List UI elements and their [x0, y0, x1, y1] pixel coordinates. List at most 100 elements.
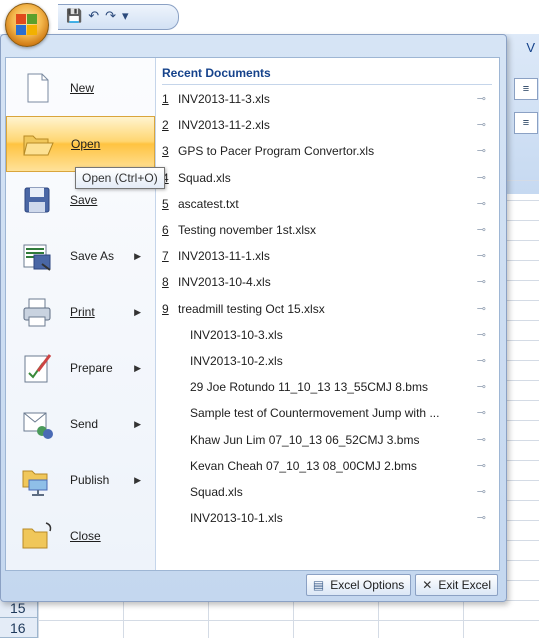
recent-document-name: INV2013-10-2.xls	[190, 354, 283, 368]
recent-document-item[interactable]: Kevan Cheah 07_10_13 08_00CMJ 2.bms ⊸	[162, 454, 492, 478]
send-command[interactable]: Send ▶	[6, 396, 155, 452]
submenu-arrow-icon: ▶	[134, 474, 141, 485]
ribbon-button[interactable]: ≡	[514, 112, 538, 134]
pin-icon[interactable]: ⊸	[477, 428, 486, 452]
recent-document-item[interactable]: INV2013-10-1.xls ⊸	[162, 506, 492, 530]
pin-icon[interactable]: ⊸	[477, 87, 486, 111]
pin-icon[interactable]: ⊸	[477, 218, 486, 242]
printer-icon	[20, 295, 54, 329]
recent-document-item[interactable]: Sample test of Countermovement Jump with…	[162, 401, 492, 425]
recent-document-name: Testing november 1st.xlsx	[178, 223, 317, 237]
recent-document-item[interactable]: 2 INV2013-11-2.xls ⊸	[162, 113, 492, 137]
submenu-arrow-icon: ▶	[134, 362, 141, 373]
save-as-command[interactable]: Save As ▶	[6, 228, 155, 284]
pin-icon[interactable]: ⊸	[477, 270, 486, 294]
quick-access-toolbar: 💾 ↶ ↷ ▾	[58, 4, 246, 30]
recent-document-name: Khaw Jun Lim 07_10_13 06_52CMJ 3.bms	[190, 432, 420, 447]
pin-icon[interactable]: ⊸	[477, 506, 486, 530]
pin-icon[interactable]: ⊸	[477, 454, 486, 478]
recent-document-name: Squad.xls	[178, 170, 231, 185]
submenu-arrow-icon: ▶	[134, 306, 141, 317]
recent-document-number: 5	[162, 196, 169, 211]
save-label: Save	[70, 193, 98, 207]
publish-label: Publish	[70, 473, 110, 487]
prepare-command[interactable]: Prepare ▶	[6, 340, 155, 396]
pin-icon[interactable]: ⊸	[477, 166, 486, 190]
office-menu: New Open Save Save As ▶ Print ▶ Prepare …	[0, 34, 507, 602]
recent-document-item[interactable]: 5 ascatest.txt ⊸	[162, 192, 492, 216]
submenu-arrow-icon: ▶	[134, 418, 141, 429]
recent-document-name: Sample test of Countermovement Jump with…	[190, 406, 440, 421]
close-label: Close	[70, 529, 101, 543]
ribbon-button[interactable]: ≡	[514, 78, 538, 100]
recent-document-name: treadmill testing Oct 15.xlsx	[178, 301, 325, 316]
recent-documents-pane: Recent Documents 1 INV2013-11-3.xls ⊸ 2 INV2…	[156, 58, 499, 570]
recent-document-name: INV2013-11-3.xls	[178, 92, 270, 106]
recent-document-item[interactable]: 8 INV2013-10-4.xls ⊸	[162, 270, 492, 294]
recent-document-item[interactable]: INV2013-10-2.xls ⊸	[162, 349, 492, 373]
recent-document-name: Squad.xls	[190, 485, 243, 499]
recent-document-name: ascatest.txt	[178, 196, 239, 211]
send-label: Send	[70, 417, 99, 431]
pin-icon[interactable]: ⊸	[477, 323, 486, 347]
pin-icon[interactable]: ⊸	[477, 349, 486, 373]
pin-icon[interactable]: ⊸	[477, 113, 486, 137]
recent-document-item[interactable]: Khaw Jun Lim 07_10_13 06_52CMJ 3.bms ⊸	[162, 428, 492, 452]
publish-icon	[20, 463, 54, 497]
ribbon-tab-partial[interactable]: V	[526, 40, 535, 55]
recent-document-item[interactable]: INV2013-10-3.xls ⊸	[162, 323, 492, 347]
prepare-icon	[20, 351, 54, 385]
print-label: Print	[70, 305, 95, 319]
publish-command[interactable]: Publish ▶	[6, 452, 155, 508]
recent-document-name: INV2013-10-3.xls	[190, 327, 283, 342]
recent-document-item[interactable]: 1 INV2013-11-3.xls ⊸	[162, 87, 492, 111]
recent-document-number: 2	[162, 118, 169, 133]
pin-icon[interactable]: ⊸	[477, 401, 486, 425]
pin-icon[interactable]: ⊸	[477, 192, 486, 216]
recent-document-item[interactable]: Squad.xls ⊸	[162, 480, 492, 504]
recent-document-item[interactable]: 7 INV2013-11-1.xls ⊸	[162, 244, 492, 268]
recent-document-number: 8	[162, 275, 169, 290]
recent-document-item[interactable]: 9 treadmill testing Oct 15.xlsx ⊸	[162, 297, 492, 321]
recent-document-number: 6	[162, 223, 169, 237]
recent-document-name: INV2013-11-1.xls	[178, 249, 270, 264]
command-pane: New Open Save Save As ▶ Print ▶ Prepare …	[6, 58, 156, 570]
customize-toolbar-icon[interactable]: ▾	[122, 8, 129, 24]
send-icon	[20, 407, 54, 441]
row-header-16[interactable]: 16	[0, 618, 38, 638]
pin-icon[interactable]: ⊸	[477, 480, 486, 504]
close-command[interactable]: Close	[6, 508, 155, 564]
save-as-icon	[20, 239, 54, 273]
submenu-arrow-icon: ▶	[134, 250, 141, 261]
pin-icon[interactable]: ⊸	[477, 297, 486, 321]
recent-document-number: 7	[162, 249, 169, 264]
recent-document-item[interactable]: 4 Squad.xls ⊸	[162, 166, 492, 190]
pin-icon[interactable]: ⊸	[477, 139, 486, 163]
office-button[interactable]	[5, 3, 49, 47]
excel-options-button[interactable]: ▤ Excel Options	[305, 574, 412, 596]
save-as-label: Save As	[70, 249, 115, 263]
recent-document-number: 3	[162, 144, 169, 159]
recent-document-item[interactable]: 29 Joe Rotundo 11_10_13 13_55CMJ 8.bms ⊸	[162, 375, 492, 399]
recent-document-item[interactable]: 6 Testing november 1st.xlsx ⊸	[162, 218, 492, 242]
new-label: New	[70, 81, 95, 95]
pin-icon[interactable]: ⊸	[477, 244, 486, 268]
pin-icon[interactable]: ⊸	[477, 375, 486, 399]
office-menu-body: New Open Save Save As ▶ Print ▶ Prepare …	[5, 57, 500, 571]
recent-documents-title: Recent Documents	[162, 62, 492, 85]
print-command[interactable]: Print ▶	[6, 284, 155, 340]
menu-footer: ▤ Excel Options ✕ Exit Excel	[5, 573, 498, 597]
undo-icon[interactable]: ↶	[88, 8, 99, 24]
recent-document-number: 9	[162, 301, 169, 316]
save-icon[interactable]: 💾	[66, 8, 82, 24]
redo-icon[interactable]: ↷	[105, 8, 116, 24]
prepare-label: Prepare	[70, 361, 113, 375]
recent-document-name: INV2013-11-2.xls	[178, 118, 270, 133]
close-folder-icon	[20, 519, 54, 553]
open-command[interactable]: Open	[6, 116, 155, 172]
new-command[interactable]: New	[6, 60, 155, 116]
recent-document-item[interactable]: 3 GPS to Pacer Program Convertor.xls ⊸	[162, 139, 492, 163]
recent-document-name: GPS to Pacer Program Convertor.xls	[178, 144, 375, 159]
exit-excel-button[interactable]: ✕ Exit Excel	[415, 574, 498, 596]
new-document-icon	[20, 71, 54, 105]
